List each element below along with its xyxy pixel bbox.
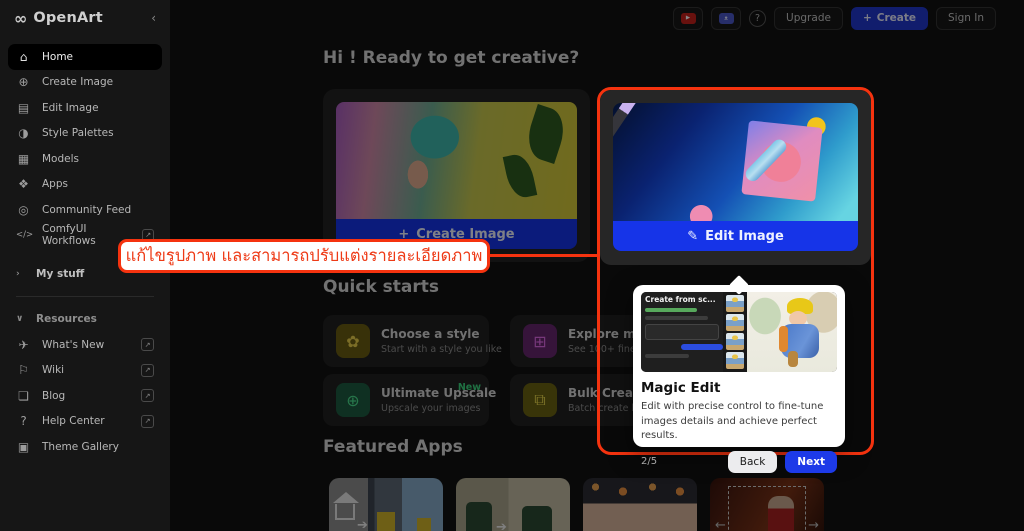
sidebar-item-label: Style Palettes: [42, 127, 114, 139]
tour-popup-screenshot: Create from sc...: [641, 292, 837, 372]
kid-leg-shape: [788, 351, 798, 367]
mini-result-image: [747, 292, 837, 372]
annotation-connector-line: [487, 254, 599, 257]
sidebar-item-models[interactable]: ▦ Models: [0, 146, 170, 172]
mini-thumbnail: [726, 314, 744, 331]
code-icon: </>: [16, 230, 31, 240]
pencil-icon: ✎: [687, 229, 698, 244]
mini-generate-button: [681, 344, 723, 350]
mini-screenshot-title: Create from sc...: [645, 295, 719, 304]
sidebar-item-label: Apps: [42, 178, 68, 190]
mini-editor-panel: Create from sc...: [641, 292, 723, 372]
sidebar-item-label: Home: [42, 51, 73, 63]
openart-logo-text: OpenArt: [33, 10, 103, 26]
logo-row: ∞ OpenArt ‹: [0, 0, 170, 36]
sidebar-item-theme-gallery[interactable]: ▣ Theme Gallery: [0, 434, 170, 460]
sidebar-collapse-icon[interactable]: ‹: [151, 11, 156, 25]
sidebar-item-home[interactable]: ⌂ Home: [8, 44, 162, 70]
sidebar-item-blog[interactable]: ❏ Blog ↗: [0, 383, 170, 409]
external-link-icon: ↗: [141, 338, 154, 351]
mini-prompt-box: [645, 324, 719, 340]
sidebar-item-help-center[interactable]: ? Help Center ↗: [0, 409, 170, 435]
sidebar-item-apps[interactable]: ❖ Apps: [0, 172, 170, 198]
edit-image-artwork: [613, 103, 858, 221]
mini-thumbnail-strip: [723, 292, 747, 372]
tour-popup-title: Magic Edit: [641, 380, 837, 396]
edit-image-button[interactable]: ✎ Edit Image: [613, 221, 858, 251]
mini-ui-bar: [645, 354, 689, 358]
annotation-tooltip: แก้ไขรูปภาพ และสามารถปรับแต่งรายละเอียดภ…: [118, 239, 490, 273]
sidebar-item-label: Edit Image: [42, 102, 99, 114]
kid-backpack-strap-shape: [779, 326, 788, 352]
book-icon: ❏: [16, 389, 31, 403]
mini-thumbnail: [726, 352, 744, 369]
pencil-shape: [613, 103, 643, 216]
sparkle-icon: ❖: [16, 177, 31, 191]
tour-highlight-box: ✎ Edit Image Create from sc...: [597, 87, 874, 455]
sidebar-item-label: What's New: [42, 339, 104, 351]
layers-icon: ▤: [16, 101, 31, 115]
sidebar-item-label: Create Image: [42, 76, 113, 88]
sidebar-divider: [16, 296, 154, 297]
mini-ui-bar: [645, 316, 708, 320]
sidebar-item-wiki[interactable]: ⚐ Wiki ↗: [0, 358, 170, 384]
sidebar-item-label: Wiki: [42, 364, 64, 376]
pink-square-shape: [742, 121, 823, 202]
tour-step-indicator: 2/5: [641, 456, 657, 467]
sidebar-item-style-palettes[interactable]: ◑ Style Palettes: [0, 121, 170, 147]
question-circle-icon: ?: [16, 414, 31, 428]
sidebar-item-label: Theme Gallery: [42, 441, 119, 453]
sidebar-item-label: Help Center: [42, 415, 105, 427]
sidebar-item-create-image[interactable]: ⊕ Create Image: [0, 70, 170, 96]
external-link-icon: ↗: [141, 415, 154, 428]
external-link-icon: ↗: [141, 364, 154, 377]
sidebar-section-resources[interactable]: ∨ Resources: [0, 306, 170, 332]
openart-logo-icon: ∞: [14, 9, 26, 28]
sidebar-item-edit-image[interactable]: ▤ Edit Image: [0, 95, 170, 121]
mini-thumbnail: [726, 295, 744, 312]
tour-back-button[interactable]: Back: [728, 451, 778, 473]
mini-thumbnail: [726, 333, 744, 350]
chevron-down-icon: ∨: [16, 314, 26, 324]
compass-icon: ◎: [16, 203, 31, 217]
external-link-icon: ↗: [141, 389, 154, 402]
tour-popup: Create from sc...: [633, 285, 845, 447]
sidebar-item-community-feed[interactable]: ◎ Community Feed: [0, 197, 170, 223]
rocket-icon: ✈: [16, 338, 31, 352]
sidebar-item-label: Community Feed: [42, 204, 131, 216]
edit-image-card[interactable]: ✎ Edit Image: [600, 90, 871, 265]
sidebar-item-label: Blog: [42, 390, 65, 402]
graduation-cap-icon: ⚐: [16, 363, 31, 377]
gallery-icon: ▣: [16, 440, 31, 454]
sidebar-item-whats-new[interactable]: ✈ What's New ↗: [0, 332, 170, 358]
tour-next-button[interactable]: Next: [785, 451, 837, 473]
my-stuff-label: My stuff: [36, 268, 84, 280]
sidebar-item-label: Models: [42, 153, 79, 165]
resources-label: Resources: [36, 313, 97, 325]
home-icon: ⌂: [16, 50, 31, 64]
tour-popup-description: Edit with precise control to fine-tune i…: [641, 400, 837, 444]
grid-icon: ▦: [16, 152, 31, 166]
openart-home-page: ∞ OpenArt ‹ ⌂ Home ⊕ Create Image ▤ Edit…: [0, 0, 1024, 531]
mini-ui-bar: [645, 308, 697, 312]
plus-circle-icon: ⊕: [16, 75, 31, 89]
palette-icon: ◑: [16, 126, 31, 140]
chevron-right-icon: ›: [16, 269, 26, 279]
